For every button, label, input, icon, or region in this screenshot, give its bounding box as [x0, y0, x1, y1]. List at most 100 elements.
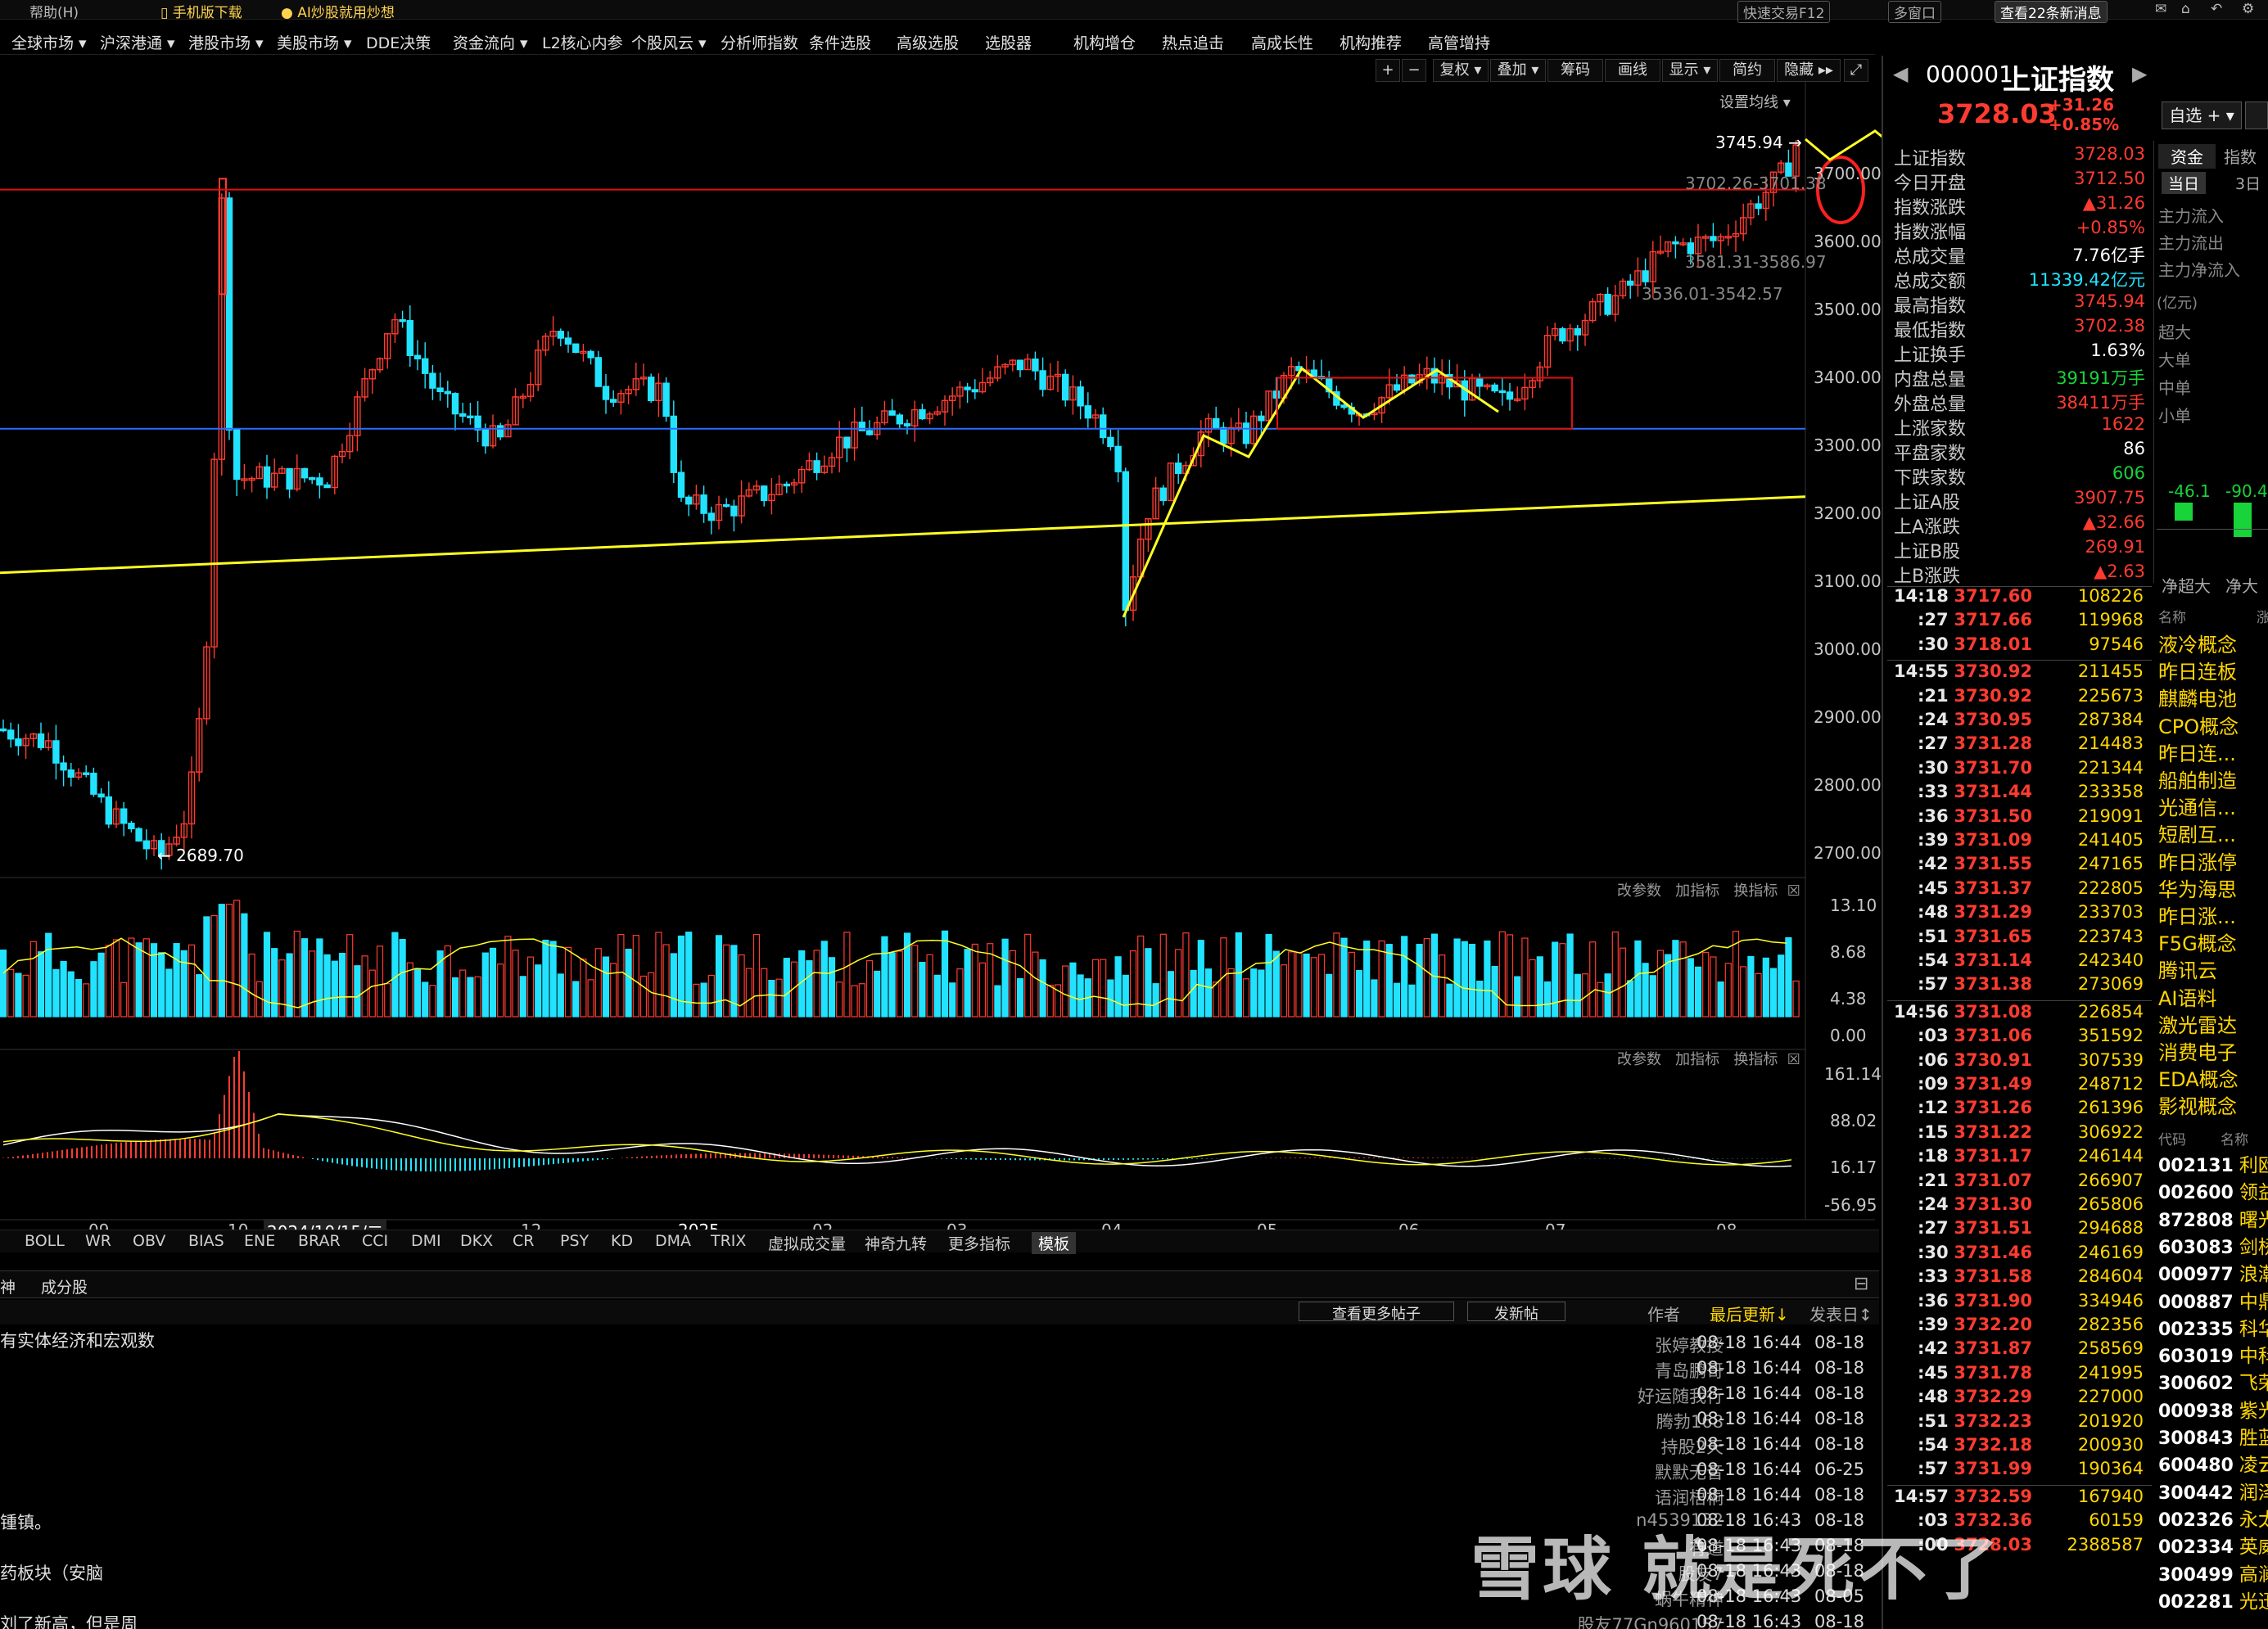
- concept-item[interactable]: AI语料: [2158, 982, 2217, 1011]
- expand-icon[interactable]: ⊟: [1854, 1274, 1868, 1294]
- tab-today[interactable]: 当日: [2162, 172, 2207, 194]
- concept-item[interactable]: 麒麟电池: [2158, 683, 2237, 711]
- nav-analyst-index[interactable]: 分析师指数: [721, 31, 798, 53]
- concept-item[interactable]: 华为海思: [2158, 873, 2237, 902]
- next-index-icon[interactable]: ▶: [2132, 62, 2147, 85]
- nav-advanced-picker[interactable]: 高级选股: [897, 31, 959, 53]
- concept-item[interactable]: F5G概念: [2158, 927, 2237, 956]
- concept-item[interactable]: 光通信...: [2158, 792, 2236, 820]
- switch-indicator-button[interactable]: 换指标: [1733, 1051, 1778, 1068]
- concept-item[interactable]: 昨日涨停: [2158, 846, 2237, 875]
- tab-dkx[interactable]: DKX: [460, 1232, 493, 1250]
- multi-window-button[interactable]: 多窗口: [1888, 1, 1941, 23]
- watchlist-add-button[interactable]: 自选 + ▾: [2162, 102, 2242, 129]
- concept-item[interactable]: 激光雷达: [2158, 1009, 2237, 1038]
- concept-item[interactable]: 昨日连板: [2158, 656, 2237, 684]
- chips-button[interactable]: 筹码: [1547, 59, 1603, 82]
- switch-indicator-button[interactable]: 换指标: [1733, 882, 1778, 900]
- back-icon[interactable]: ↶: [2211, 1, 2222, 17]
- tab-components[interactable]: 成分股: [41, 1275, 88, 1297]
- help-menu[interactable]: 帮助(H): [29, 1, 79, 21]
- tab-fund[interactable]: 资金: [2158, 144, 2216, 169]
- concept-item[interactable]: 昨日连...: [2158, 738, 2236, 766]
- stock-item[interactable]: 002600 领益智: [2158, 1176, 2268, 1204]
- nav-dde[interactable]: DDE决策: [366, 31, 431, 53]
- nav-hk-connect[interactable]: 沪深港通 ▾: [100, 31, 175, 53]
- tab-dma[interactable]: DMA: [655, 1232, 691, 1250]
- more-posts-button[interactable]: 查看更多帖子: [1299, 1302, 1454, 1323]
- nav-l2-core[interactable]: L2核心内参: [542, 31, 623, 53]
- nav-us-market[interactable]: 美股市场 ▾: [277, 31, 352, 53]
- col-author[interactable]: 作者: [1647, 1302, 1680, 1325]
- tab-ene[interactable]: ENE: [244, 1232, 275, 1250]
- zoom-out-button[interactable]: −: [1402, 59, 1426, 82]
- concept-item[interactable]: 船舶制造: [2158, 765, 2237, 793]
- add-indicator-button[interactable]: 加指标: [1675, 882, 1719, 900]
- nav-fund-flow[interactable]: 资金流向 ▾: [453, 31, 528, 53]
- kline-chart[interactable]: [0, 82, 1883, 1244]
- tab-shen[interactable]: 神: [0, 1275, 16, 1297]
- tab-boll[interactable]: BOLL: [25, 1232, 65, 1250]
- tab-obv[interactable]: OBV: [133, 1232, 165, 1250]
- stock-item[interactable]: 603083 剑桥科: [2158, 1231, 2268, 1259]
- nav-high-growth[interactable]: 高成长性: [1251, 31, 1313, 53]
- tab-bias[interactable]: BIAS: [188, 1232, 224, 1250]
- overlay-dropdown[interactable]: 叠加 ▾: [1490, 59, 1546, 82]
- tab-trix[interactable]: TRIX: [711, 1232, 746, 1250]
- concept-item[interactable]: 影视概念: [2158, 1090, 2237, 1119]
- tab-wr[interactable]: WR: [85, 1232, 111, 1250]
- stock-item[interactable]: 000938 紫光股: [2158, 1395, 2268, 1423]
- nav-hk-market[interactable]: 港股市场 ▾: [188, 31, 264, 53]
- nav-global-market[interactable]: 全球市场 ▾: [11, 31, 87, 53]
- app-download-link[interactable]: ▯ 手机版下载: [160, 1, 242, 21]
- stock-item[interactable]: 000977 浪潮信: [2158, 1258, 2268, 1286]
- fullscreen-icon[interactable]: ⤢: [1844, 59, 1868, 82]
- nav-institution-add[interactable]: 机构增仓: [1073, 31, 1136, 53]
- tab-kd[interactable]: KD: [611, 1232, 633, 1250]
- hide-panel-button[interactable]: 隐藏 ▸▸: [1777, 59, 1841, 82]
- new-post-button[interactable]: 发新帖: [1467, 1302, 1565, 1323]
- quick-trade-button[interactable]: 快速交易F12: [1737, 1, 1831, 23]
- edit-params-button[interactable]: 改参数: [1617, 882, 1661, 900]
- concept-item[interactable]: 腾讯云: [2158, 954, 2217, 983]
- news-button[interactable]: 查看22条新消息: [1995, 1, 2108, 23]
- tab-psy[interactable]: PSY: [560, 1232, 589, 1250]
- stock-item[interactable]: 002335 科华数: [2158, 1313, 2268, 1341]
- add-indicator-button[interactable]: 加指标: [1675, 1051, 1719, 1068]
- col-posted-date[interactable]: 发表日↕: [1809, 1302, 1873, 1325]
- concept-item[interactable]: EDA概念: [2158, 1063, 2239, 1092]
- tab-index[interactable]: 指数: [2224, 144, 2257, 168]
- prev-index-icon[interactable]: ◀: [1893, 62, 1908, 85]
- extra-button[interactable]: [2245, 102, 2268, 129]
- ai-promo-link[interactable]: ● AI炒股就用炒想: [281, 1, 395, 21]
- nav-exec-increase[interactable]: 高管增持: [1428, 31, 1490, 53]
- settings-icon[interactable]: ⚙: [2242, 1, 2254, 17]
- edit-params-button[interactable]: 改参数: [1617, 1051, 1661, 1068]
- stock-item[interactable]: 002334 英威腾: [2158, 1531, 2268, 1559]
- nav-stock-picker[interactable]: 选股器: [985, 31, 1032, 53]
- mail-icon[interactable]: ✉: [2155, 1, 2166, 17]
- stock-item[interactable]: 300499 高澜股: [2158, 1559, 2268, 1586]
- stock-item[interactable]: 300843 胜蓝股: [2158, 1422, 2268, 1450]
- fuquan-dropdown[interactable]: 复权 ▾: [1433, 59, 1489, 82]
- stock-item[interactable]: 300442 润泽科: [2158, 1477, 2268, 1505]
- tab-cr[interactable]: CR: [513, 1232, 534, 1250]
- tab-cci[interactable]: CCI: [362, 1232, 388, 1250]
- stock-item[interactable]: 002131 利欧股: [2158, 1149, 2268, 1177]
- zoom-in-button[interactable]: +: [1376, 59, 1400, 82]
- nav-stock-news[interactable]: 个股风云 ▾: [631, 31, 707, 53]
- col-last-update[interactable]: 最后更新↓: [1710, 1302, 1789, 1325]
- tab-virtual-volume[interactable]: 虚拟成交量: [768, 1232, 846, 1254]
- tab-template[interactable]: 模板: [1032, 1232, 1077, 1254]
- nav-institution-recommend[interactable]: 机构推荐: [1340, 31, 1402, 53]
- stock-item[interactable]: 000887 中鼎股: [2158, 1286, 2268, 1314]
- stock-item[interactable]: 600480 凌云股: [2158, 1449, 2268, 1477]
- tab-more-indicators[interactable]: 更多指标: [948, 1232, 1010, 1254]
- simple-mode-button[interactable]: 简约: [1719, 59, 1775, 82]
- tab-3days[interactable]: 3日: [2235, 172, 2261, 194]
- concept-item[interactable]: 短剧互...: [2158, 819, 2236, 847]
- nav-condition-picker[interactable]: 条件选股: [809, 31, 871, 53]
- nav-hot-topics[interactable]: 热点追击: [1162, 31, 1224, 53]
- close-icon[interactable]: ☒: [1787, 1051, 1800, 1068]
- stock-item[interactable]: 300602 飞荣达: [2158, 1367, 2268, 1395]
